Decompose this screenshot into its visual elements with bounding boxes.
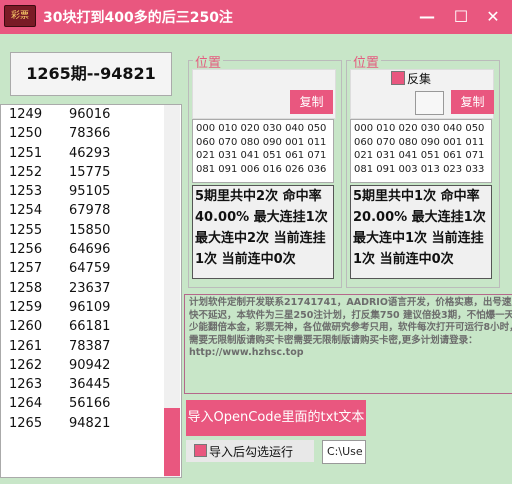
left-copy-button[interactable]: 复制 — [290, 90, 333, 114]
left-number-list[interactable]: 000 010 020 030 040 050 060 070 080 090 0… — [192, 119, 334, 183]
number-line: 060 070 080 090 001 011 — [196, 136, 327, 148]
history-number: 23637 — [69, 280, 111, 296]
history-issue: 1259 — [9, 299, 43, 315]
window-title: 30块打到400多的后三250注 — [43, 10, 233, 26]
run-after-import-checkbox[interactable] — [194, 444, 207, 457]
right-number-list[interactable]: 000 010 020 030 040 050 060 070 080 090 0… — [350, 119, 492, 183]
history-issue: 1260 — [9, 319, 43, 335]
history-number: 56166 — [69, 396, 111, 412]
number-line: 081 091 006 016 026 036 — [196, 163, 327, 175]
info-url[interactable]: http://www.hzhsc.top — [189, 347, 304, 358]
history-row[interactable]: 1251 46293 — [1, 144, 181, 163]
history-number: 95105 — [69, 184, 111, 200]
history-row[interactable]: 1249 96016 — [1, 105, 181, 124]
history-rows: 1249 96016 1250 78366 1251 46293 1252 15775 1253… — [1, 105, 181, 433]
right-copy-button[interactable]: 复制 — [451, 90, 494, 114]
history-row[interactable]: 1255 15850 — [1, 221, 181, 240]
history-row[interactable]: 1253 95105 — [1, 182, 181, 201]
reverse-set-checkbox[interactable] — [391, 71, 405, 85]
history-row[interactable]: 1252 15775 — [1, 163, 181, 182]
app-logo-icon: 彩票 — [4, 5, 36, 27]
history-issue: 1261 — [9, 338, 43, 354]
position-group-right: 位置 反集 复制 000 010 020 030 040 050 060 070 … — [346, 52, 500, 288]
history-row[interactable]: 1260 66181 — [1, 317, 181, 336]
history-row[interactable]: 1263 36445 — [1, 375, 181, 394]
history-number: 96016 — [69, 107, 111, 122]
history-number: 46293 — [69, 145, 111, 161]
history-row[interactable]: 1257 64759 — [1, 259, 181, 278]
history-number: 94821 — [69, 415, 111, 431]
scrollbar-thumb[interactable] — [164, 408, 180, 476]
history-row[interactable]: 1258 23637 — [1, 279, 181, 298]
history-row[interactable]: 1259 96109 — [1, 298, 181, 317]
number-line: 060 070 080 090 001 011 — [354, 136, 485, 148]
reverse-set-label: 反集 — [407, 72, 432, 86]
history-issue: 1265 — [9, 415, 43, 431]
history-issue: 1249 — [9, 107, 43, 122]
history-issue: 1252 — [9, 164, 43, 180]
right-extra-input[interactable] — [415, 91, 444, 115]
history-issue: 1256 — [9, 242, 43, 258]
number-line: 000 010 020 030 040 050 — [196, 123, 327, 134]
history-number: 78366 — [69, 126, 111, 142]
info-description: 计划软件定制开发联系21741741，AADRIO语言开发，价格实惠，出号速度快… — [189, 297, 512, 346]
history-row[interactable]: 1250 78366 — [1, 124, 181, 143]
history-number: 15775 — [69, 164, 111, 180]
history-issue: 1255 — [9, 222, 43, 238]
number-line: 081 091 003 013 023 033 — [354, 163, 485, 175]
history-row[interactable]: 1256 64696 — [1, 240, 181, 259]
history-row[interactable]: 1262 90942 — [1, 356, 181, 375]
history-issue: 1264 — [9, 396, 43, 412]
run-after-import-label: 导入后勾选运行 — [209, 445, 294, 459]
history-list[interactable]: 1249 96016 1250 78366 1251 46293 1252 15775 1253… — [0, 104, 182, 478]
number-line: 021 031 041 051 061 071 — [354, 150, 485, 161]
history-issue: 1250 — [9, 126, 43, 142]
file-path-input[interactable]: C:\Use — [322, 440, 366, 464]
info-text: 计划软件定制开发联系21741741，AADRIO语言开发，价格实惠，出号速度快… — [189, 297, 512, 360]
title-bar: 彩票 30块打到400多的后三250注 — ☐ ✕ — [0, 0, 512, 34]
number-line: 000 010 020 030 040 050 — [354, 123, 485, 134]
minimize-button[interactable]: — — [416, 6, 438, 28]
close-button[interactable]: ✕ — [482, 6, 504, 28]
history-number: 96109 — [69, 299, 111, 315]
history-issue: 1253 — [9, 184, 43, 200]
history-number: 67978 — [69, 203, 111, 219]
history-number: 64759 — [69, 261, 111, 277]
maximize-button[interactable]: ☐ — [450, 6, 472, 28]
history-number: 90942 — [69, 357, 111, 373]
history-issue: 1262 — [9, 357, 43, 373]
position-group-left: 位置 复制 000 010 020 030 040 050 060 070 080… — [188, 52, 342, 288]
history-number: 78387 — [69, 338, 111, 354]
history-number: 64696 — [69, 242, 111, 258]
history-issue: 1263 — [9, 377, 43, 393]
history-issue: 1257 — [9, 261, 43, 277]
history-issue: 1254 — [9, 203, 43, 219]
right-stats-text: 5期里共中1次 命中率20.00% 最大连挂1次 最大连中1次 当前连挂1次 当… — [350, 185, 492, 279]
current-period-display: 1265期--94821 — [10, 52, 172, 96]
history-issue: 1258 — [9, 280, 43, 296]
history-number: 36445 — [69, 377, 111, 393]
history-row[interactable]: 1254 67978 — [1, 201, 181, 220]
left-stats-text: 5期里共中2次 命中率40.00% 最大连挂1次 最大连中2次 当前连挂1次 当… — [192, 185, 334, 279]
history-row[interactable]: 1264 56166 — [1, 394, 181, 413]
history-row[interactable]: 1265 94821 — [1, 414, 181, 433]
number-line: 021 031 041 051 061 071 — [196, 150, 327, 161]
history-issue: 1251 — [9, 145, 43, 161]
history-number: 66181 — [69, 319, 111, 335]
import-opencode-button[interactable]: 导入OpenCode里面的txt文本 — [186, 400, 366, 436]
info-box: 计划软件定制开发联系21741741，AADRIO语言开发，价格实惠，出号速度快… — [184, 294, 512, 394]
history-row[interactable]: 1261 78387 — [1, 337, 181, 356]
history-number: 15850 — [69, 222, 111, 238]
